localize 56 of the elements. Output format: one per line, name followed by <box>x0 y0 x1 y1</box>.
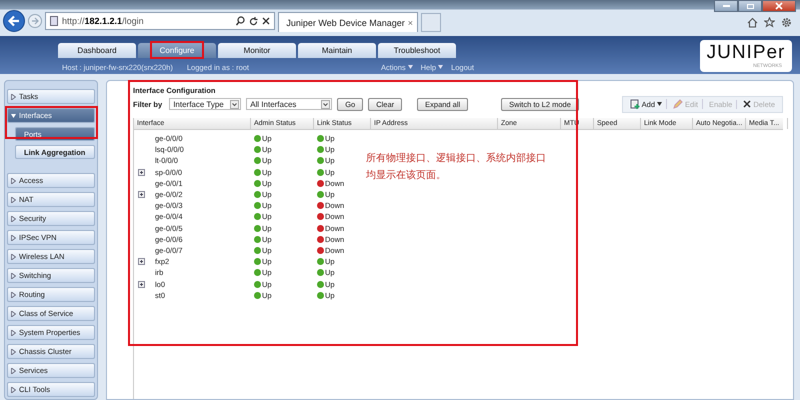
nav-tab[interactable]: Troubleshoot <box>378 43 456 58</box>
close-icon <box>775 2 783 10</box>
expand-icon <box>11 272 16 278</box>
dropdown-icon <box>230 100 240 108</box>
back-button[interactable] <box>3 10 25 32</box>
expand-icon <box>11 94 16 100</box>
window-close-button[interactable] <box>762 0 796 12</box>
minimize-icon <box>722 5 730 7</box>
search-icon[interactable] <box>236 16 245 26</box>
expand-icon <box>11 368 16 374</box>
delete-icon <box>743 100 752 108</box>
nav-tab[interactable]: Maintain <box>298 43 376 58</box>
expand-icon <box>11 178 16 184</box>
annotation-text: 所有物理接口、逻辑接口、系统内部接口 <box>366 152 546 166</box>
edit-icon <box>673 99 684 109</box>
logo-text: JUNIPer <box>706 43 786 63</box>
expand-icon <box>11 386 16 392</box>
expand-icon[interactable] <box>138 191 145 198</box>
expand-icon[interactable] <box>138 258 145 266</box>
expand-icon <box>11 310 16 316</box>
refresh-icon[interactable] <box>249 16 258 26</box>
tab-close-button[interactable]: × <box>408 18 413 28</box>
expand-icon <box>11 254 16 260</box>
add-icon <box>630 99 640 109</box>
expand-icon <box>11 292 16 298</box>
dropdown-icon <box>321 100 330 108</box>
expand-icon <box>11 330 16 336</box>
expand-icon <box>11 112 16 118</box>
expand-icon <box>11 234 16 240</box>
expand-icon <box>11 216 16 222</box>
tab-title: Juniper Web Device Manager <box>286 18 405 28</box>
caret-icon <box>408 65 413 69</box>
expand-icon <box>11 348 16 354</box>
expand-icon[interactable] <box>138 168 145 176</box>
address-bar[interactable]: http://182.1.2.1/login <box>45 12 275 30</box>
caret-icon <box>657 102 662 106</box>
expand-icon[interactable] <box>138 280 145 288</box>
browser-tab[interactable]: Juniper Web Device Manager × <box>278 12 418 32</box>
back-arrow-icon <box>7 14 21 28</box>
nav-tab[interactable]: Monitor <box>218 43 296 58</box>
maximize-icon <box>746 4 754 8</box>
filter-type-dropdown[interactable]: Interface Type <box>169 98 242 110</box>
home-icon[interactable] <box>747 17 758 28</box>
annotation-text: 均显示在该页面。 <box>366 168 447 183</box>
interface-dropdown[interactable]: All Interfaces <box>246 98 332 110</box>
expand-icon <box>11 196 16 202</box>
close-icon[interactable] <box>262 17 270 25</box>
minimize-button[interactable] <box>714 0 738 12</box>
page-icon <box>50 16 58 26</box>
nav-tab[interactable]: Dashboard <box>58 43 136 58</box>
annotation-box <box>150 41 204 59</box>
caret-icon <box>438 65 444 69</box>
settings-icon[interactable] <box>781 17 792 28</box>
forward-arrow-icon <box>31 17 39 25</box>
star-icon[interactable] <box>764 17 775 28</box>
maximize-button[interactable] <box>738 0 762 12</box>
